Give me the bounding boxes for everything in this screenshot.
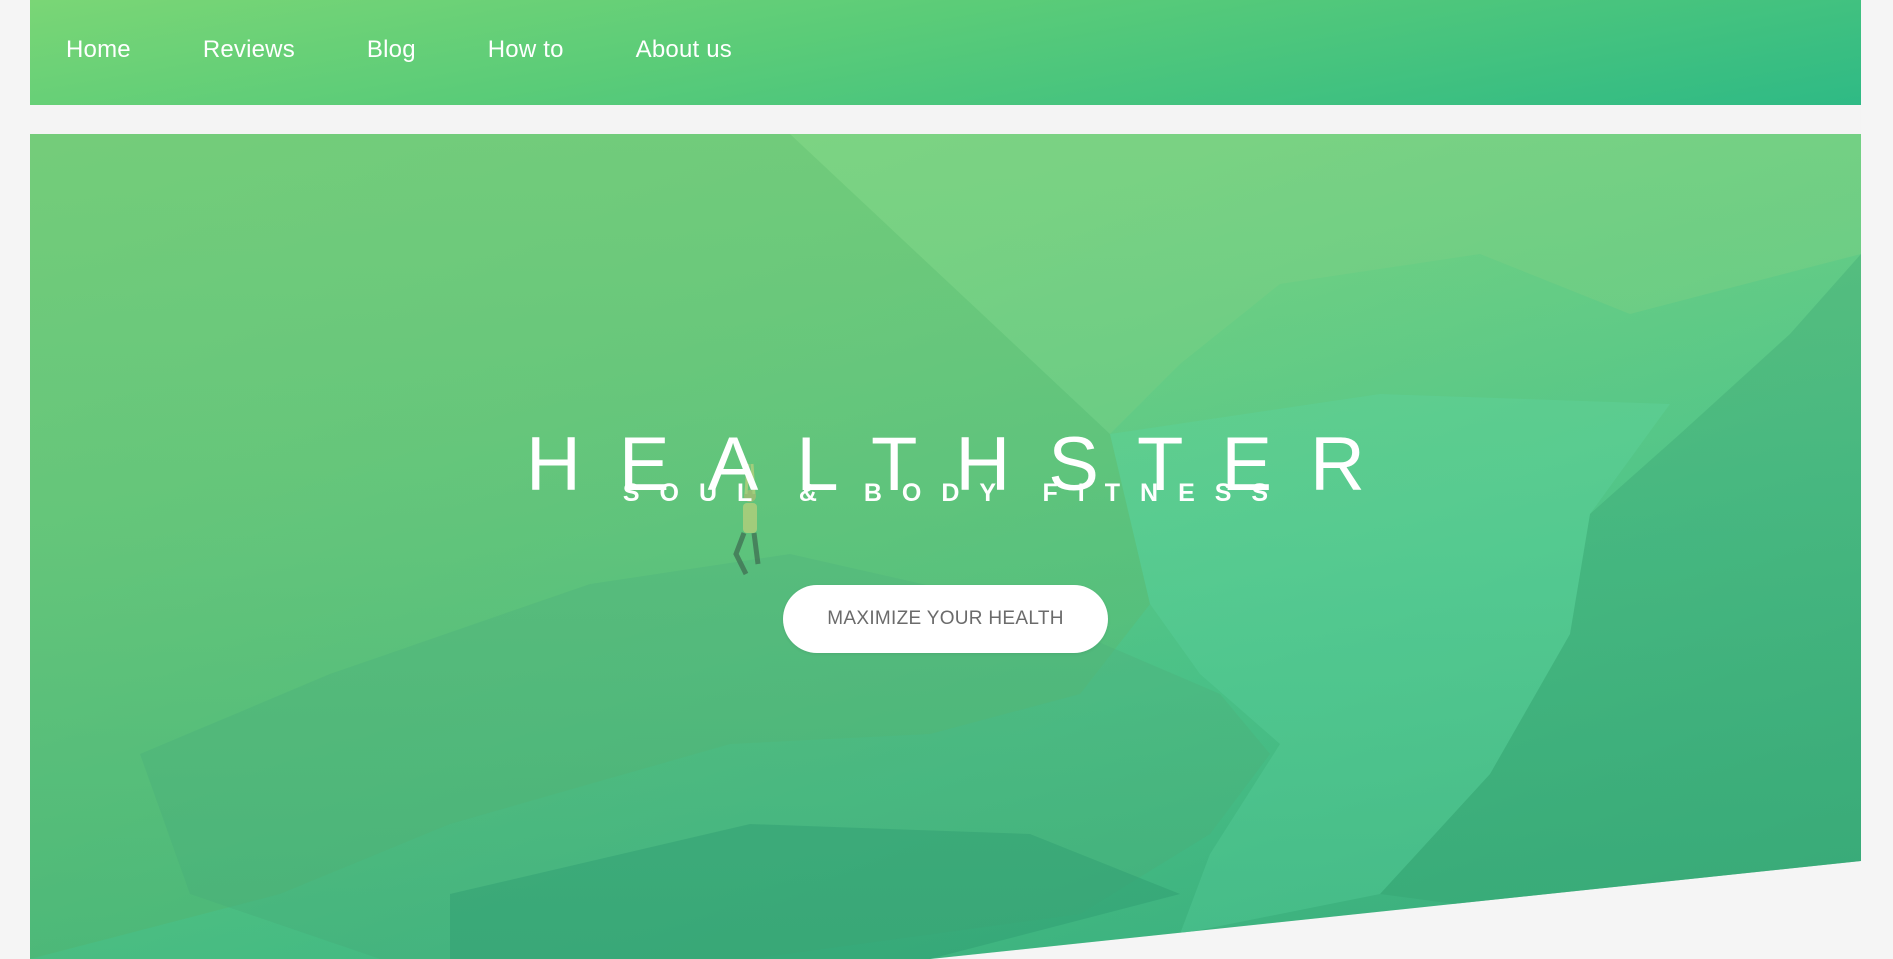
hero-green-overlay (30, 134, 1861, 959)
hero-subtitle: SOUL & BODY FITNESS (622, 479, 1289, 507)
maximize-health-button[interactable]: MAXIMIZE YOUR HEALTH (783, 585, 1108, 653)
nav-item-home[interactable]: Home (30, 36, 167, 64)
nav-divider-strip (30, 105, 1861, 134)
nav-item-blog[interactable]: Blog (331, 36, 452, 64)
page: Home Reviews Blog How to About us HEALTH… (0, 0, 1893, 959)
nav-item-about-us[interactable]: About us (600, 36, 768, 64)
hero-section: HEALTHSTER SOUL & BODY FITNESS MAXIMIZE … (30, 134, 1861, 959)
nav-list: Home Reviews Blog How to About us (30, 0, 1861, 100)
nav-item-how-to[interactable]: How to (452, 36, 600, 64)
nav-item-reviews[interactable]: Reviews (167, 36, 331, 64)
top-navigation: Home Reviews Blog How to About us (30, 0, 1861, 105)
